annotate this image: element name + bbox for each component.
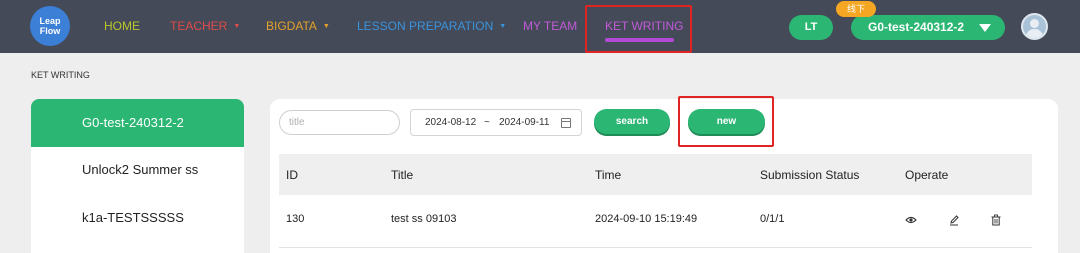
leapflow-logo[interactable]: Leap Flow	[30, 6, 70, 46]
nav-lesson-preparation-label: LESSON PREPARATION	[357, 19, 494, 33]
new-button[interactable]: new	[688, 109, 765, 134]
sidebar-item-label: k1a-TESTSSSSS	[82, 210, 184, 225]
offline-badge-label: 线下	[846, 4, 865, 14]
sidebar-item-class-1[interactable]: G0-test-240312-2	[31, 99, 244, 147]
nav-my-team-label: MY TEAM	[523, 19, 578, 33]
class-select-dropdown[interactable]: G0-test-240312-2	[851, 15, 1005, 40]
caret-down-icon: ▼	[233, 23, 241, 31]
chevron-down-icon	[979, 24, 991, 32]
title-search-input[interactable]	[279, 110, 400, 135]
top-navigation-bar: Leap Flow HOME TEACHER ▼ BIGDATA ▼ LESSON …	[0, 0, 1080, 53]
cell-title: test ss 09103	[391, 213, 457, 225]
cell-time: 2024-09-10 15:19:49	[595, 213, 698, 225]
sidebar-item-class-3[interactable]: k1a-TESTSSSSS	[31, 194, 244, 242]
date-range-picker[interactable]: 2024-08-12 ~ 2024-09-11	[410, 109, 582, 136]
nav-teacher[interactable]: TEACHER ▼	[170, 19, 240, 33]
search-button[interactable]: search	[594, 109, 670, 134]
user-avatar-icon[interactable]	[1021, 13, 1048, 40]
sidebar-item-class-2[interactable]: Unlock2 Summer ss	[31, 146, 244, 194]
nav-my-team[interactable]: MY TEAM	[523, 19, 577, 33]
row-divider	[279, 247, 1032, 248]
active-tab-indicator	[605, 38, 674, 42]
column-header-title: Title	[391, 168, 414, 182]
column-header-id: ID	[286, 168, 298, 182]
nav-bigdata-label: BIGDATA	[266, 19, 317, 33]
column-header-operate: Operate	[905, 168, 949, 182]
nav-teacher-label: TEACHER	[170, 19, 228, 33]
caret-down-icon: ▼	[322, 23, 330, 31]
nav-home[interactable]: HOME	[104, 19, 140, 33]
column-header-time: Time	[595, 168, 622, 182]
date-end: 2024-09-11	[499, 117, 550, 128]
logo-line-2: Flow	[39, 26, 61, 36]
class-sidebar: G0-test-240312-2 Unlock2 Summer ss k1a-T…	[31, 99, 244, 253]
edit-icon[interactable]	[948, 214, 960, 226]
delete-icon[interactable]	[990, 214, 1002, 226]
table-header: ID Title Time Submission Status Operate	[279, 154, 1032, 195]
sidebar-item-label: Unlock2 Summer ss	[82, 162, 199, 177]
date-start: 2024-08-12	[425, 117, 477, 128]
view-icon[interactable]	[905, 214, 917, 226]
cell-id: 130	[286, 213, 305, 225]
nav-bigdata[interactable]: BIGDATA ▼	[266, 19, 330, 33]
nav-ket-writing-label: KET WRITING	[605, 19, 684, 33]
avatar-head-shape	[1030, 19, 1039, 28]
lt-button-label: LT	[804, 21, 818, 33]
class-select-value: G0-test-240312-2	[868, 20, 965, 34]
breadcrumb: KET WRITING	[31, 70, 90, 80]
breadcrumb-current: KET WRITING	[31, 70, 90, 80]
cell-submission-status: 0/1/1	[760, 213, 785, 225]
date-separator: ~	[484, 117, 490, 128]
offline-badge: 线下	[836, 1, 876, 17]
column-header-submission-status: Submission Status	[760, 168, 860, 182]
nav-ket-writing[interactable]: KET WRITING	[605, 19, 683, 33]
calendar-icon	[561, 118, 571, 128]
nav-home-label: HOME	[104, 19, 140, 33]
avatar-body-shape	[1026, 29, 1043, 38]
nav-lesson-preparation[interactable]: LESSON PREPARATION ▼	[357, 19, 506, 33]
lt-button[interactable]: LT	[789, 15, 833, 40]
search-button-label: search	[615, 116, 649, 127]
new-button-label: new	[716, 116, 737, 127]
logo-line-1: Leap	[39, 16, 61, 26]
caret-down-icon: ▼	[499, 23, 507, 31]
sidebar-item-label: G0-test-240312-2	[82, 115, 184, 130]
